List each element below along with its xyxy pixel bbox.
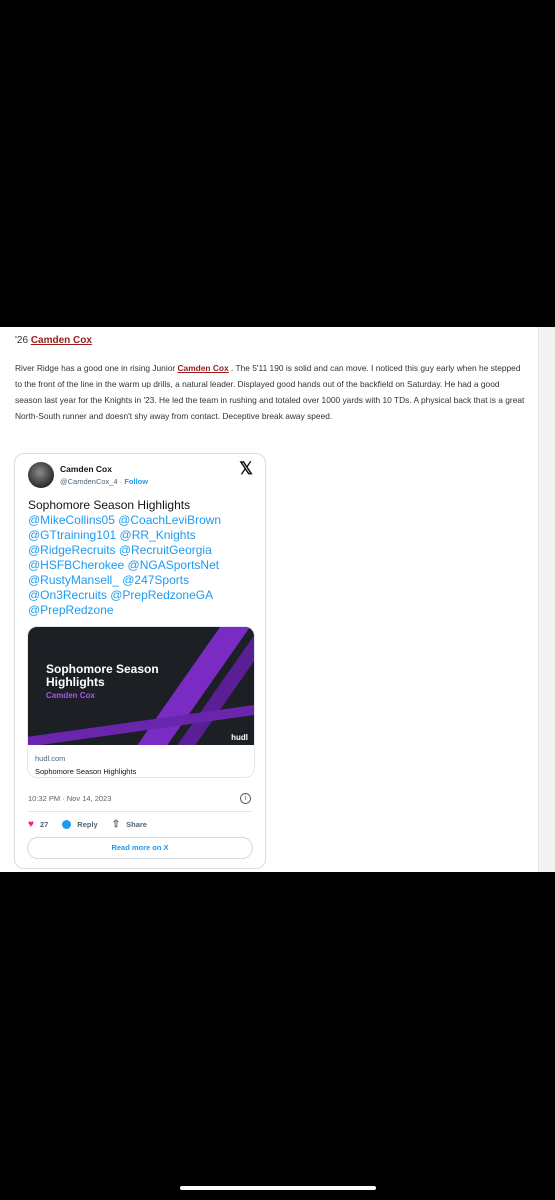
follow-button[interactable]: Follow — [124, 477, 148, 486]
heading-player-link[interactable]: Camden Cox — [31, 335, 92, 346]
home-indicator[interactable] — [180, 1186, 376, 1190]
reply-label: Reply — [77, 820, 98, 829]
hudl-logo-icon: hudl — [231, 733, 248, 742]
tweet-mentions-line[interactable]: @RidgeRecruits @RecruitGeorgia — [28, 543, 258, 558]
tweet-embed[interactable]: Camden Cox @CamdenCox_4 · Follow 𝕏 Sopho… — [14, 453, 266, 869]
tweet-mentions-line[interactable]: @MikeCollins05 @CoachLeviBrown — [28, 513, 258, 528]
thumbnail-title: Sophomore Season Highlights — [46, 662, 159, 689]
like-button[interactable]: ♥ 27 — [28, 819, 48, 830]
tweet-handle-line: @CamdenCox_4 · Follow — [60, 477, 148, 486]
heading-class-year: '26 — [15, 335, 31, 346]
x-logo-icon[interactable]: 𝕏 — [239, 459, 253, 479]
share-button[interactable]: ⇧ Share — [112, 819, 147, 830]
tweet-mentions-line[interactable]: @On3Recruits @PrepRedzoneGA — [28, 588, 258, 603]
info-icon[interactable]: i — [240, 793, 251, 804]
scrollbar[interactable] — [538, 327, 555, 872]
tweet-handle[interactable]: @CamdenCox_4 — [60, 477, 118, 486]
article-paragraph: River Ridge has a good one in rising Jun… — [15, 360, 527, 424]
card-link-title: Sophomore Season Highlights — [35, 767, 137, 776]
share-icon: ⇧ — [111, 819, 121, 830]
tweet-actions: ♥ 27 Reply ⇧ Share — [28, 819, 147, 830]
link-preview-card[interactable]: Sophomore Season Highlights Camden Cox h… — [27, 626, 255, 778]
tweet-mentions-line[interactable]: @HSFBCherokee @NGASportsNet — [28, 558, 258, 573]
tweet-text: Sophomore Season Highlights @MikeCollins… — [28, 498, 258, 618]
divider — [28, 811, 252, 812]
tweet-mentions-line[interactable]: @GTtraining101 @RR_Knights — [28, 528, 258, 543]
paragraph-player-link[interactable]: Camden Cox — [177, 363, 228, 373]
thumbnail-subtitle: Camden Cox — [46, 691, 95, 700]
paragraph-text-start: River Ridge has a good one in rising Jun… — [15, 363, 178, 373]
reply-button[interactable]: Reply — [62, 820, 98, 829]
read-more-button[interactable]: Read more on X — [27, 837, 253, 859]
video-thumbnail[interactable]: Sophomore Season Highlights Camden Cox h… — [28, 627, 254, 745]
tweet-mentions-line[interactable]: @RustyMansell_ @247Sports — [28, 573, 258, 588]
reply-icon — [62, 820, 72, 829]
avatar[interactable] — [28, 462, 54, 488]
card-meta: hudl.com Sophomore Season Highlights — [35, 752, 137, 777]
tweet-timestamp[interactable]: 10:32 PM · Nov 14, 2023 — [28, 794, 111, 803]
tweet-title: Sophomore Season Highlights — [28, 498, 191, 512]
article-heading: '26 Camden Cox — [15, 335, 92, 346]
card-domain: hudl.com — [35, 754, 66, 763]
tweet-author-name[interactable]: Camden Cox — [60, 464, 112, 474]
tweet-mentions-line[interactable]: @PrepRedzone — [28, 603, 258, 618]
heart-icon: ♥ — [28, 819, 34, 830]
article-screenshot: '26 Camden Cox River Ridge has a good on… — [0, 327, 555, 872]
share-label: Share — [126, 820, 147, 829]
like-count: 27 — [39, 820, 49, 829]
